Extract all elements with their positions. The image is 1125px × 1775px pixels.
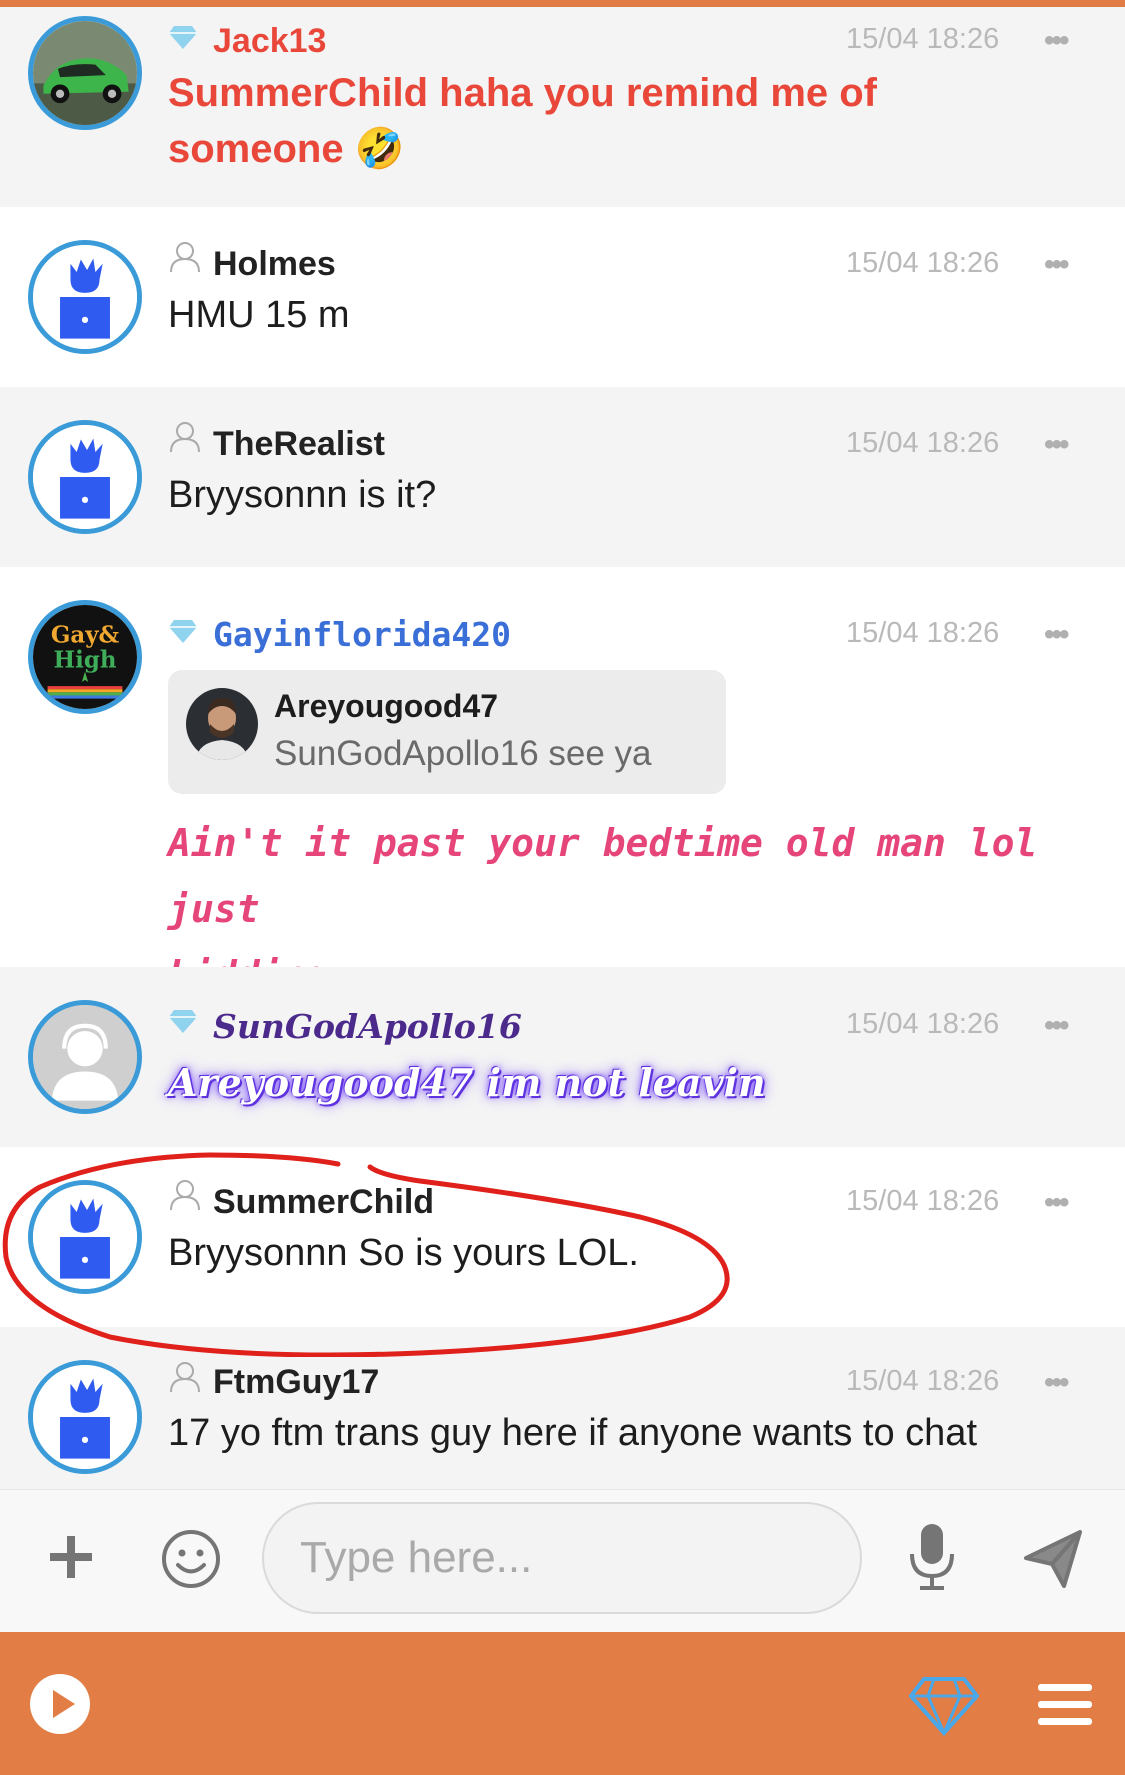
timestamp: 15/04 18:26: [846, 1185, 1000, 1217]
message-row: Gay& High Gayinflorida420 15/04 18:26 ••…: [0, 567, 1125, 997]
username[interactable]: Holmes: [213, 245, 336, 284]
message-row: Holmes 15/04 18:26 ••• HMU 15 m: [0, 207, 1125, 387]
more-options-icon[interactable]: •••: [1044, 1011, 1069, 1041]
quote-text: SunGodApollo16 see ya: [274, 734, 652, 773]
menu-icon[interactable]: [1038, 1682, 1092, 1728]
quote-username: Areyougood47: [274, 688, 499, 724]
message-row: SunGodApollo16 15/04 18:26 ••• Areyougoo…: [0, 967, 1125, 1147]
diamond-badge-icon: [168, 23, 198, 51]
timestamp: 15/04 18:26: [846, 1008, 1000, 1040]
emoji-icon[interactable]: [160, 1528, 222, 1590]
avatar-text: High: [54, 647, 117, 673]
timestamp: 15/04 18:26: [846, 23, 1000, 55]
username[interactable]: Gayinflorida420: [213, 615, 511, 654]
top-accent-bar: [0, 0, 1125, 7]
message-line: someone 🤣: [168, 127, 405, 171]
timestamp: 15/04 18:26: [846, 1365, 1000, 1397]
message-input[interactable]: [262, 1502, 862, 1614]
bottom-navigation-bar: [0, 1632, 1125, 1775]
username[interactable]: SummerChild: [213, 1183, 434, 1222]
user-outline-icon: [170, 1361, 200, 1393]
send-icon[interactable]: [1024, 1530, 1082, 1588]
message-text: Bryysonnn So is yours LOL.: [168, 1232, 639, 1274]
quoted-message[interactable]: Areyougood47 SunGodApollo16 see ya: [168, 670, 726, 794]
username[interactable]: Jack13: [213, 22, 326, 61]
chat-feed[interactable]: Jack13 15/04 18:26 ••• SummerChild haha …: [0, 7, 1125, 1489]
timestamp: 15/04 18:26: [846, 247, 1000, 279]
avatar[interactable]: [28, 420, 142, 534]
message-composer: [0, 1489, 1125, 1633]
more-options-icon[interactable]: •••: [1044, 620, 1069, 650]
avatar[interactable]: [28, 1000, 142, 1114]
play-icon[interactable]: [28, 1672, 92, 1736]
diamond-icon[interactable]: [908, 1676, 980, 1737]
user-outline-icon: [170, 241, 200, 273]
more-options-icon[interactable]: •••: [1044, 26, 1069, 56]
username[interactable]: FtmGuy17: [213, 1363, 379, 1402]
more-options-icon[interactable]: •••: [1044, 1188, 1069, 1218]
message-text: HMU 15 m: [168, 294, 350, 336]
message-text: 17 yo ftm trans guy here if anyone wants…: [168, 1412, 978, 1454]
message-row: SummerChild 15/04 18:26 ••• Bryysonnn So…: [0, 1147, 1125, 1327]
avatar[interactable]: [28, 1360, 142, 1474]
timestamp: 15/04 18:26: [846, 617, 1000, 649]
plus-icon[interactable]: [48, 1534, 94, 1580]
message-row: TheRealist 15/04 18:26 ••• Bryysonnn is …: [0, 387, 1125, 567]
more-options-icon[interactable]: •••: [1044, 250, 1069, 280]
microphone-icon[interactable]: [906, 1522, 958, 1594]
user-outline-icon: [170, 1179, 200, 1211]
avatar[interactable]: [28, 240, 142, 354]
more-options-icon[interactable]: •••: [1044, 430, 1069, 460]
message-row: FtmGuy17 15/04 18:26 ••• 17 yo ftm trans…: [0, 1327, 1125, 1489]
username[interactable]: SunGodApollo16: [213, 1007, 522, 1046]
message-text: Bryysonnn is it?: [168, 474, 437, 516]
user-outline-icon: [170, 421, 200, 453]
timestamp: 15/04 18:26: [846, 427, 1000, 459]
message-text: Areyougood47 im not leavin: [168, 1060, 766, 1105]
quote-avatar: [186, 688, 258, 760]
message-line: Ain't it past your bedtime old man lol j…: [168, 821, 1038, 931]
message-text: SummerChild haha you remind me of someon…: [168, 65, 877, 177]
avatar[interactable]: [28, 1180, 142, 1294]
avatar[interactable]: Gay& High: [28, 600, 142, 714]
message-row: Jack13 15/04 18:26 ••• SummerChild haha …: [0, 7, 1125, 207]
diamond-badge-icon: [168, 1007, 198, 1035]
more-options-icon[interactable]: •••: [1044, 1368, 1069, 1398]
avatar[interactable]: [28, 16, 142, 130]
message-line: SummerChild haha you remind me of: [168, 71, 878, 115]
avatar-text: Gay&: [51, 622, 120, 648]
username[interactable]: TheRealist: [213, 425, 385, 464]
diamond-badge-icon: [168, 617, 198, 645]
